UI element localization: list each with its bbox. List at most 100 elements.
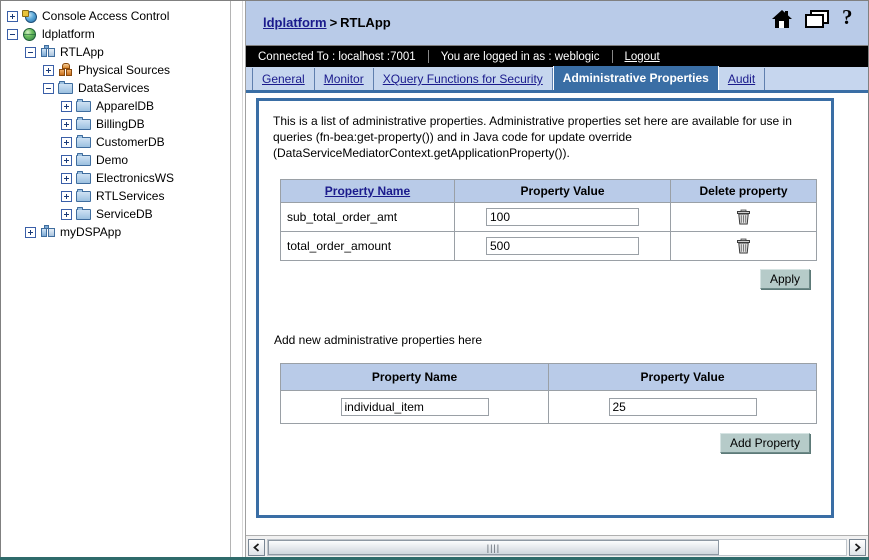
tree-item-dataservices[interactable]: DataServices xyxy=(7,79,230,97)
tree-item-label: Physical Sources xyxy=(78,63,171,77)
tree-item-label: DataServices xyxy=(78,81,150,95)
help-icon[interactable]: ? xyxy=(841,8,856,30)
expand-icon[interactable] xyxy=(25,226,36,238)
property-value-input[interactable] xyxy=(485,208,639,226)
expand-icon[interactable] xyxy=(61,136,72,148)
property-value-input[interactable] xyxy=(485,237,639,255)
expand-icon[interactable] xyxy=(61,190,72,202)
new-property-name-input[interactable] xyxy=(340,398,489,416)
windows-icon[interactable] xyxy=(805,9,829,29)
column-header-property-value: Property Value xyxy=(453,179,672,203)
tree-item-label: ldplatform xyxy=(42,27,95,41)
add-properties-label: Add new administrative properties here xyxy=(274,333,483,347)
header-icon-group: ? xyxy=(771,8,856,30)
application-window: Console Access Control ldplatform RTLApp Ph… xyxy=(0,0,869,560)
panel-description: This is a list of administrative propert… xyxy=(273,114,792,160)
trash-icon[interactable] xyxy=(737,238,750,254)
tree-item-demo[interactable]: Demo xyxy=(7,151,230,169)
apply-button-row: Apply xyxy=(273,269,810,289)
scrollbar-grip: |||| xyxy=(486,542,501,553)
tab-monitor[interactable]: Monitor xyxy=(314,68,374,90)
scrollbar-thumb[interactable]: |||| xyxy=(268,540,719,555)
tree-item-rtlservices[interactable]: RTLServices xyxy=(7,187,230,205)
home-icon[interactable] xyxy=(771,9,793,29)
physical-sources-icon xyxy=(58,62,74,78)
property-name-cell: total_order_amount xyxy=(280,231,455,261)
breadcrumb: ldplatform > RTLApp xyxy=(263,15,391,30)
main-content-area: ldplatform > RTLApp ? Connected To : loc… xyxy=(246,1,868,559)
property-name-cell: sub_total_order_amt xyxy=(280,202,455,232)
administrative-properties-panel: This is a list of administrative propert… xyxy=(256,98,834,518)
tab-administrative-properties[interactable]: Administrative Properties xyxy=(552,66,719,90)
column-header-property-name: Property Name xyxy=(280,179,455,203)
scroll-left-button[interactable] xyxy=(248,539,265,556)
expand-icon[interactable] xyxy=(61,208,72,220)
tree-item-label: Demo xyxy=(96,153,129,167)
tree-item-servicedb[interactable]: ServiceDB xyxy=(7,205,230,223)
breadcrumb-link-ldplatform[interactable]: ldplatform xyxy=(263,15,327,30)
tab-bar: General Monitor XQuery Functions for Secur… xyxy=(246,66,868,93)
status-user: You are logged in as : weblogic xyxy=(440,50,600,63)
add-table-row xyxy=(280,390,817,424)
status-bar: Connected To : localhost :7001 You are l… xyxy=(246,46,868,67)
application-icon xyxy=(40,44,56,60)
add-property-button[interactable]: Add Property xyxy=(719,433,810,453)
folder-icon xyxy=(76,152,92,168)
property-row: total_order_amount xyxy=(280,231,817,261)
globe-icon xyxy=(22,27,38,42)
tree-item-rtlapp[interactable]: RTLApp xyxy=(7,43,230,61)
property-value-cell xyxy=(453,202,672,232)
expand-icon[interactable] xyxy=(61,172,72,184)
folder-icon xyxy=(76,188,92,204)
tree-item-label: RTLServices xyxy=(96,189,165,203)
tree-item-console-access-control[interactable]: Console Access Control xyxy=(7,7,230,25)
properties-table-header-row: Property Name Property Value Delete prop… xyxy=(280,179,817,203)
breadcrumb-separator: > xyxy=(329,15,338,30)
collapse-icon[interactable] xyxy=(43,82,54,94)
add-column-header-property-name: Property Name xyxy=(280,363,549,391)
trash-icon[interactable] xyxy=(737,209,750,225)
expand-icon[interactable] xyxy=(7,10,18,22)
folder-icon xyxy=(58,80,74,96)
property-row: sub_total_order_amt xyxy=(280,202,817,232)
tree-item-customerdb[interactable]: CustomerDB xyxy=(7,133,230,151)
navigation-tree: Console Access Control ldplatform RTLApp Ph… xyxy=(1,1,230,241)
breadcrumb-current: RTLApp xyxy=(340,15,391,30)
tree-item-electronicsws[interactable]: ElectronicsWS xyxy=(7,169,230,187)
tree-item-label: ApparelDB xyxy=(96,99,155,113)
scroll-right-button[interactable] xyxy=(849,539,866,556)
svg-text:?: ? xyxy=(842,8,853,29)
tree-item-physical-sources[interactable]: Physical Sources xyxy=(7,61,230,79)
panel-splitter[interactable] xyxy=(231,1,246,559)
tab-general[interactable]: General xyxy=(252,68,315,90)
tree-item-billingdb[interactable]: BillingDB xyxy=(7,115,230,133)
folder-icon xyxy=(76,116,92,132)
expand-icon[interactable] xyxy=(61,100,72,112)
folder-icon xyxy=(76,98,92,114)
property-value-cell xyxy=(453,231,672,261)
horizontal-scrollbar[interactable]: |||| xyxy=(246,535,868,559)
sort-property-name-link[interactable]: Property Name xyxy=(325,184,410,198)
tab-xquery-functions-for-security[interactable]: XQuery Functions for Security xyxy=(373,68,553,90)
expand-icon[interactable] xyxy=(61,154,72,166)
chevron-right-icon xyxy=(854,543,861,552)
collapse-icon[interactable] xyxy=(7,28,18,40)
collapse-icon[interactable] xyxy=(25,46,36,58)
tree-item-label: CustomerDB xyxy=(96,135,165,149)
tree-item-mydspapp[interactable]: myDSPApp xyxy=(7,223,230,241)
scrollbar-track[interactable]: |||| xyxy=(267,539,847,556)
expand-icon[interactable] xyxy=(61,118,72,130)
tree-item-ldplatform[interactable]: ldplatform xyxy=(7,25,230,43)
apply-button[interactable]: Apply xyxy=(759,269,810,289)
lock-globe-icon xyxy=(22,9,38,24)
application-icon xyxy=(40,224,56,240)
tree-item-label: BillingDB xyxy=(96,117,145,131)
add-property-button-row: Add Property xyxy=(273,433,810,453)
folder-icon xyxy=(76,170,92,186)
tab-audit[interactable]: Audit xyxy=(718,68,766,90)
tree-item-appareldb[interactable]: ApparelDB xyxy=(7,97,230,115)
logout-link[interactable]: Logout xyxy=(613,51,672,63)
expand-icon[interactable] xyxy=(43,64,54,76)
new-property-value-input[interactable] xyxy=(608,398,757,416)
tree-item-label: ServiceDB xyxy=(96,207,153,221)
